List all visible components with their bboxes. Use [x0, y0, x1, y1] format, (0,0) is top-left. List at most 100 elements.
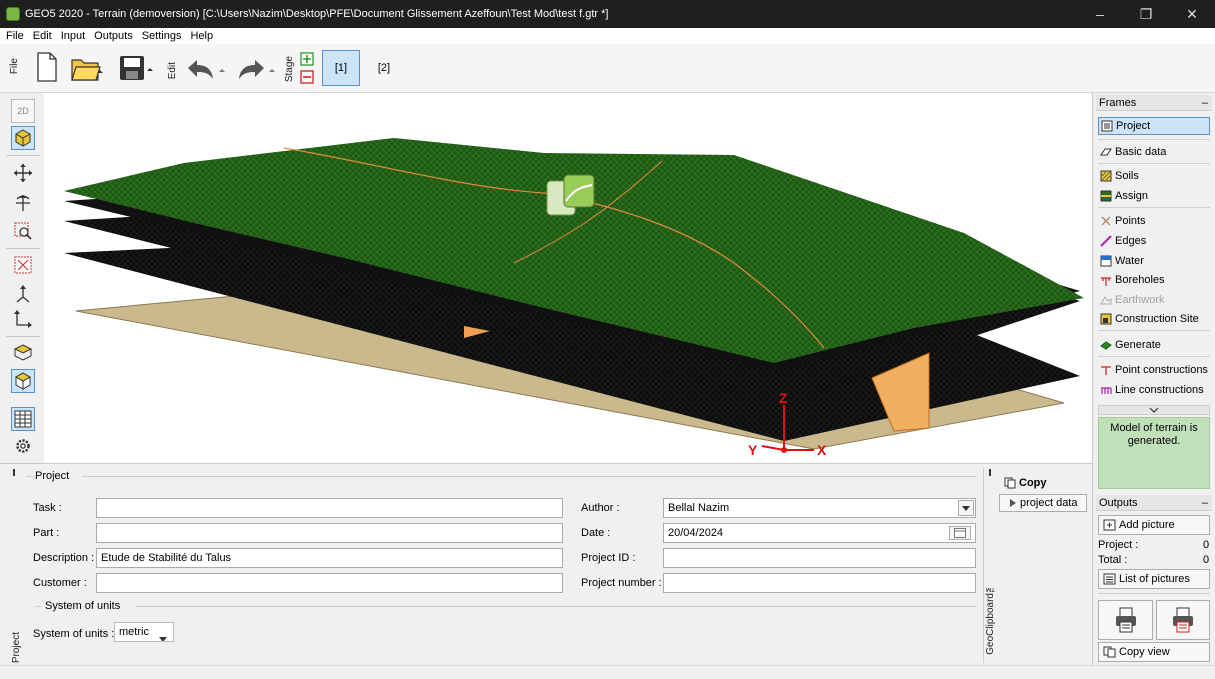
add-picture-icon: [1103, 519, 1116, 531]
save-icon[interactable]: [119, 54, 159, 85]
author-select[interactable]: Bellal Nazim: [663, 498, 976, 518]
copy-project-data-button[interactable]: project data: [999, 494, 1087, 512]
menu-settings[interactable]: Settings: [142, 30, 182, 42]
axis-x-label: X: [817, 442, 827, 458]
window-title: GEO5 2020 - Terrain (demoversion) [C:\Us…: [25, 8, 609, 20]
part-label: Part :: [33, 527, 60, 539]
task-label: Task :: [33, 502, 62, 514]
title-bar: GEO5 2020 - Terrain (demoversion) [C:\Us…: [0, 0, 1215, 28]
zoom-window-icon[interactable]: [11, 219, 35, 243]
project-side-tab[interactable]: Project: [11, 632, 22, 663]
frame-construction-site[interactable]: Construction Site: [1100, 310, 1199, 327]
geoclipboard-copy-header: Copy: [1004, 477, 1047, 489]
menu-file[interactable]: File: [6, 30, 24, 42]
customer-label: Customer :: [33, 577, 87, 589]
frame-water[interactable]: Water: [1100, 252, 1144, 269]
basic-data-icon: [1100, 148, 1112, 155]
add-picture-button[interactable]: Add picture: [1098, 515, 1210, 535]
new-file-icon[interactable]: [36, 52, 58, 85]
remove-stage-icon[interactable]: [300, 70, 314, 87]
date-field[interactable]: 20/04/2024: [663, 523, 976, 543]
point-constructions-icon: [1101, 365, 1111, 375]
view-top-icon[interactable]: [11, 341, 35, 365]
frame-points[interactable]: Points: [1100, 212, 1146, 229]
description-label: Description :: [33, 552, 95, 564]
units-select[interactable]: metric: [114, 622, 174, 642]
frame-line-constructions[interactable]: Line constructions: [1100, 381, 1204, 398]
panel-pin-icon[interactable]: [13, 469, 15, 476]
print-button[interactable]: [1098, 600, 1153, 640]
outputs-project-label: Project :: [1098, 539, 1139, 551]
copy-icon: [1004, 477, 1016, 489]
edit-group-label: Edit: [167, 62, 178, 80]
frame-earthwork[interactable]: Earthwork: [1100, 291, 1165, 308]
customer-field[interactable]: [96, 573, 563, 593]
close-button[interactable]: ✕: [1169, 0, 1215, 28]
outputs-total-label: Total :: [1098, 554, 1128, 566]
minimize-button[interactable]: –: [1077, 0, 1123, 28]
view-tools-panel: 2D: [0, 93, 44, 463]
outputs-total-count: 0: [1203, 554, 1210, 566]
frame-boreholes[interactable]: Boreholes: [1100, 271, 1165, 288]
frame-assign[interactable]: Assign: [1100, 187, 1148, 204]
menu-edit[interactable]: Edit: [33, 30, 52, 42]
table-view-icon[interactable]: [11, 407, 35, 431]
list-of-pictures-button[interactable]: List of pictures: [1098, 569, 1210, 589]
menu-help[interactable]: Help: [190, 30, 213, 42]
generate-icon: [1100, 340, 1112, 350]
frame-basic-data[interactable]: Basic data: [1100, 143, 1166, 160]
coordinate-system-icon[interactable]: [11, 307, 35, 331]
earthwork-icon: [1100, 295, 1112, 304]
restore-button[interactable]: ❐: [1123, 0, 1169, 28]
clipboard-pin-icon[interactable]: [989, 469, 991, 476]
copy-view-icon: [1103, 646, 1116, 658]
water-icon: [1100, 255, 1112, 266]
project-id-field[interactable]: [663, 548, 976, 568]
project-number-field[interactable]: [663, 573, 976, 593]
date-label: Date :: [581, 527, 611, 539]
frame-point-constructions[interactable]: Point constructions: [1100, 361, 1208, 378]
frame-soils[interactable]: Soils: [1100, 167, 1139, 184]
zoom-extents-icon[interactable]: [11, 253, 35, 277]
copy-view-button[interactable]: Copy view: [1098, 642, 1210, 662]
menu-bar: File Edit Input Outputs Settings Help: [0, 28, 1215, 44]
axes-icon[interactable]: [11, 282, 35, 306]
stage-2-button[interactable]: [2]: [366, 50, 402, 86]
settings-gear-icon[interactable]: [11, 434, 35, 458]
project-number-label: Project number :: [581, 577, 662, 589]
author-label: Author :: [581, 502, 620, 514]
frame-project[interactable]: Project: [1098, 117, 1210, 135]
view-2d-button[interactable]: 2D: [11, 99, 35, 123]
project-id-label: Project ID :: [581, 552, 636, 564]
frames-collapse-chevron-icon[interactable]: [1098, 405, 1210, 415]
list-pictures-icon: [1103, 573, 1116, 585]
task-field[interactable]: [96, 498, 563, 518]
project-icon: [1101, 120, 1113, 132]
view-iso-icon[interactable]: [11, 369, 35, 393]
part-field[interactable]: [96, 523, 563, 543]
menu-outputs[interactable]: Outputs: [94, 30, 133, 42]
frame-generate[interactable]: Generate: [1100, 336, 1161, 353]
frames-minimize-button[interactable]: –: [1202, 95, 1208, 111]
terrain-3d-view[interactable]: Z X Y: [44, 93, 1092, 463]
open-folder-icon[interactable]: [70, 54, 104, 85]
description-field[interactable]: Etude de Stabilité du Talus: [96, 548, 563, 568]
view-3d-icon[interactable]: [11, 126, 35, 150]
outputs-minimize-button[interactable]: –: [1202, 495, 1208, 511]
print-pdf-button[interactable]: [1156, 600, 1210, 640]
points-icon: [1101, 216, 1111, 225]
add-stage-icon[interactable]: [300, 52, 314, 69]
undo-icon[interactable]: [184, 57, 228, 84]
stage-1-button[interactable]: [1]: [322, 50, 360, 86]
pan-move-icon[interactable]: [11, 161, 35, 185]
geoclipboard-side-tab[interactable]: GeoClipboard™: [985, 582, 996, 655]
frames-header: Frames –: [1096, 95, 1212, 111]
outputs-header: Outputs –: [1096, 495, 1212, 511]
frame-edges[interactable]: Edges: [1100, 232, 1146, 249]
chevron-down-icon[interactable]: [958, 500, 974, 516]
calendar-icon[interactable]: [949, 526, 971, 540]
redo-icon[interactable]: [234, 57, 278, 84]
menu-input[interactable]: Input: [61, 30, 85, 42]
rotate-icon[interactable]: [11, 191, 35, 215]
axis-y-label: Y: [748, 442, 758, 458]
